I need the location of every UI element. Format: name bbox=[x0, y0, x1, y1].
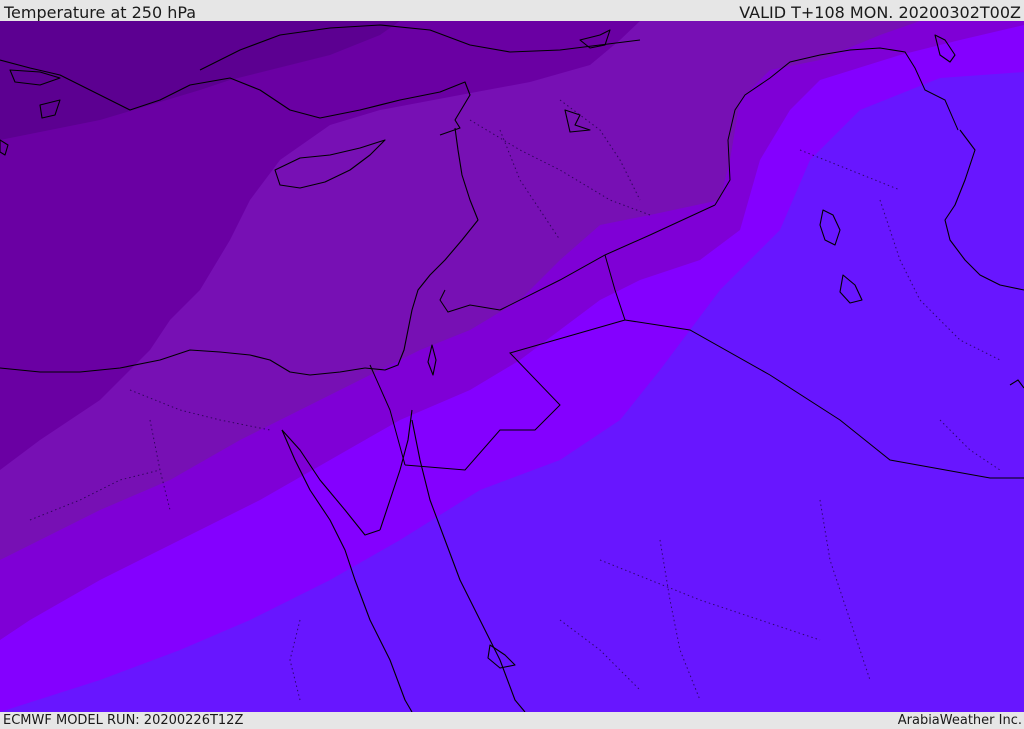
temperature-map bbox=[0, 21, 1024, 712]
map-title: Temperature at 250 hPa bbox=[4, 3, 197, 22]
credit-label: ArabiaWeather Inc. bbox=[897, 713, 1022, 728]
header-bar: Temperature at 250 hPa VALID T+108 MON. … bbox=[0, 0, 1024, 22]
footer-bar: ECMWF MODEL RUN: 20200226T12Z ArabiaWeat… bbox=[0, 712, 1024, 729]
valid-time-label: VALID T+108 MON. 20200302T00Z bbox=[739, 3, 1021, 22]
map-frame: Temperature at 250 hPa VALID T+108 MON. … bbox=[0, 0, 1024, 729]
model-run-label: ECMWF MODEL RUN: 20200226T12Z bbox=[3, 713, 244, 728]
